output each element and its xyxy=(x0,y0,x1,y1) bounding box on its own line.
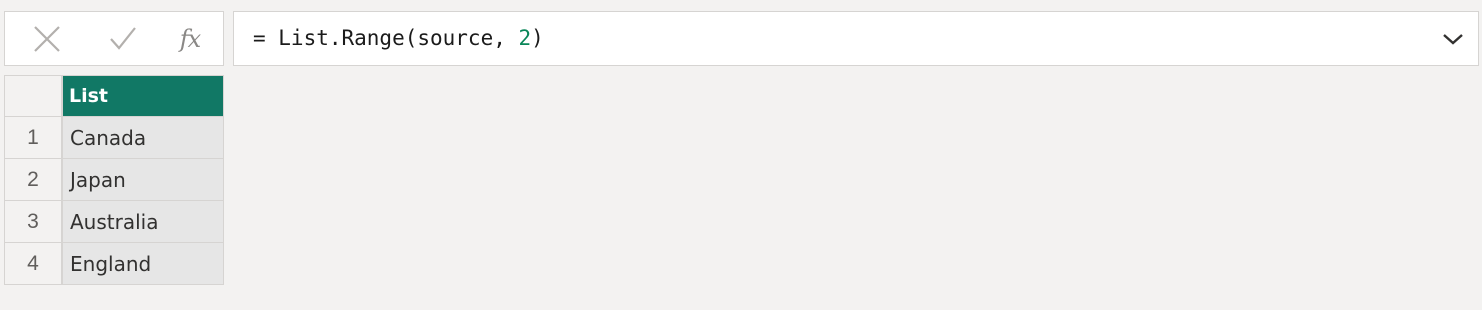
row-number: 4 xyxy=(4,243,62,285)
formula-suffix: ) xyxy=(531,26,544,50)
check-icon xyxy=(110,26,136,50)
table-cell[interactable]: Australia xyxy=(62,201,224,243)
insert-function-button[interactable]: fx xyxy=(165,12,215,65)
select-all-corner[interactable] xyxy=(4,75,62,117)
formula-input[interactable]: = List.Range(source, 2) xyxy=(233,11,1479,66)
table-row: 1 Canada xyxy=(4,117,225,159)
table-row: 2 Japan xyxy=(4,159,225,201)
row-number: 1 xyxy=(4,117,62,159)
expand-formula-button[interactable] xyxy=(1436,12,1470,65)
table-cell[interactable]: Japan xyxy=(62,159,224,201)
table-cell[interactable]: England xyxy=(62,243,224,285)
cancel-button[interactable] xyxy=(25,12,69,65)
table-row: 3 Australia xyxy=(4,201,225,243)
header-row: List xyxy=(4,75,225,117)
formula-prefix: = List.Range(source, xyxy=(253,26,519,50)
column-header-list[interactable]: List xyxy=(62,75,224,117)
row-number: 2 xyxy=(4,159,62,201)
formula-text[interactable]: = List.Range(source, 2) xyxy=(253,12,544,65)
table-row: 4 England xyxy=(4,243,225,285)
row-number: 3 xyxy=(4,201,62,243)
chevron-down-icon xyxy=(1443,33,1463,45)
fx-label: fx xyxy=(179,24,201,53)
power-query-editor: fx = List.Range(source, 2) List 1 Canada… xyxy=(0,0,1482,310)
formula-bar-controls: fx xyxy=(4,11,224,66)
formula-number-literal: 2 xyxy=(518,26,532,50)
data-grid: List 1 Canada 2 Japan 3 Australia 4 Engl… xyxy=(4,75,225,285)
table-cell[interactable]: Canada xyxy=(62,117,224,159)
commit-button[interactable] xyxy=(101,12,145,65)
close-icon xyxy=(34,25,60,52)
